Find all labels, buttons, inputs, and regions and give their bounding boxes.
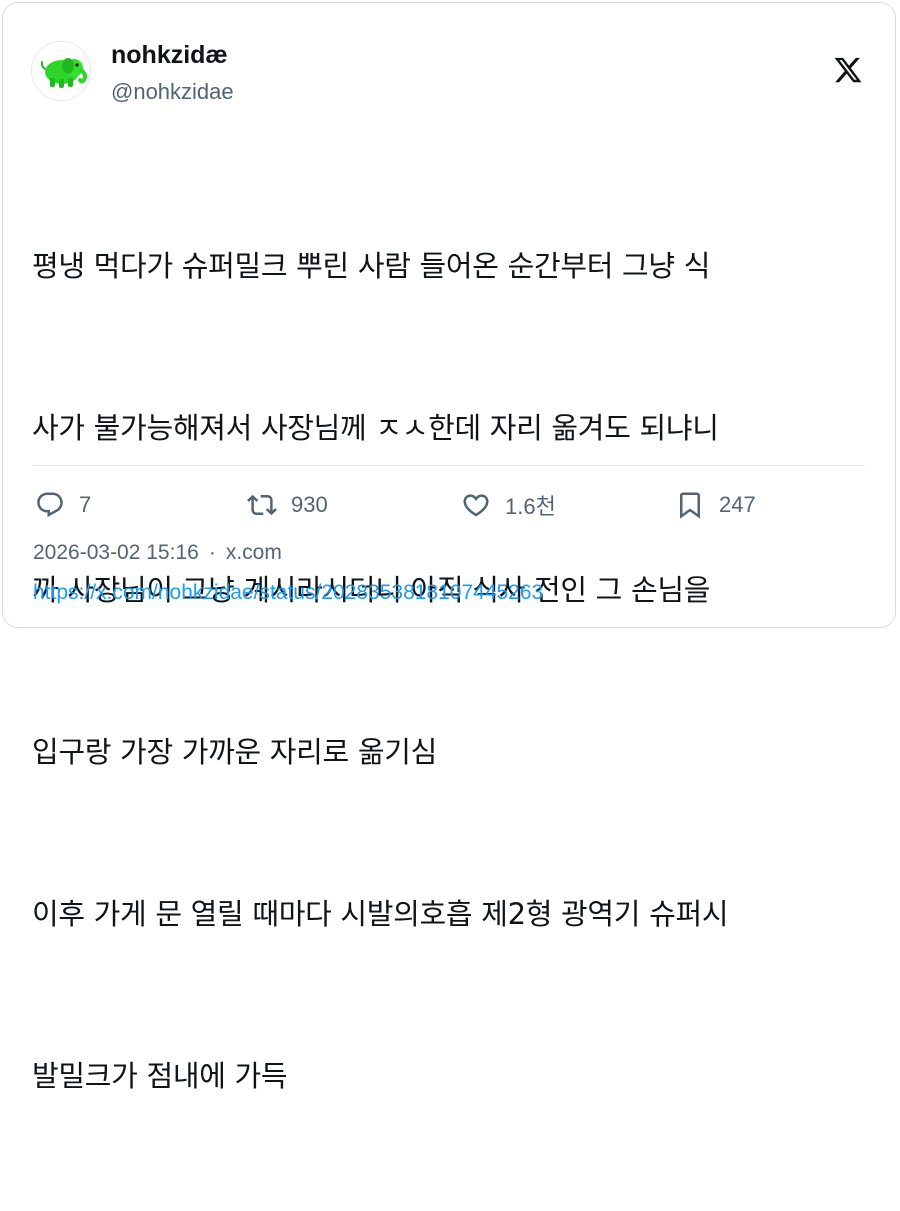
heart-icon	[461, 490, 491, 520]
bookmark-icon	[675, 490, 705, 520]
user-handle[interactable]: @nohkzidae	[111, 77, 234, 107]
source-label[interactable]: x.com	[226, 541, 282, 565]
reply-button[interactable]: 7	[35, 485, 91, 525]
bookmark-button[interactable]: 247	[675, 485, 756, 525]
display-name[interactable]: nohkzidæ	[111, 39, 234, 71]
tweet-card: nohkzidæ @nohkzidae 평냉 먹다가 슈퍼밀크 뿌린 사람 들어…	[2, 2, 896, 1093]
timestamp[interactable]: 2026-03-02 15:16	[33, 541, 199, 565]
green-elephant-avatar-icon	[32, 42, 90, 100]
repost-button[interactable]: 930	[247, 485, 328, 525]
tweet-text-line: 평냉 먹다가 슈퍼밀크 뿌린 사람 들어온 순간부터 그냥 식	[32, 249, 711, 283]
tweet-text-line: 입구랑 가장 가까운 자리로 옮기심	[32, 735, 437, 769]
author-names: nohkzidæ @nohkzidae	[111, 41, 234, 107]
action-bar: 7 930 1.6천 247	[33, 485, 873, 525]
tweet-text: 평냉 먹다가 슈퍼밀크 뿌린 사람 들어온 순간부터 그냥 식 사가 불가능해져…	[32, 131, 882, 1211]
x-logo-icon[interactable]	[833, 55, 863, 85]
reply-icon	[35, 490, 65, 520]
divider	[33, 465, 865, 466]
bookmark-count: 247	[719, 492, 756, 517]
tweet-text-line: 이후 가게 문 열릴 때마다 시발의호흡 제2형 광역기 슈퍼시	[32, 897, 729, 931]
like-count: 1.6천	[505, 494, 556, 519]
tweet-text-line: 발밀크가 점내에 가득	[32, 1059, 288, 1093]
avatar[interactable]	[31, 41, 91, 101]
reply-count: 7	[79, 492, 92, 517]
like-button[interactable]: 1.6천	[461, 485, 556, 525]
tweet-header: nohkzidæ @nohkzidae	[31, 41, 867, 111]
repost-icon	[247, 490, 277, 520]
tweet-url-link[interactable]: https://x.com/nohkzidae/status/202835381…	[33, 581, 543, 605]
meta-separator: ·	[208, 541, 216, 564]
tweet-meta: 2026-03-02 15:16 · x.com	[33, 541, 282, 565]
repost-count: 930	[291, 492, 328, 517]
tweet-text-line: 사가 불가능해져서 사장님께 ㅈㅅ한데 자리 옮겨도 되냐니	[32, 411, 719, 445]
